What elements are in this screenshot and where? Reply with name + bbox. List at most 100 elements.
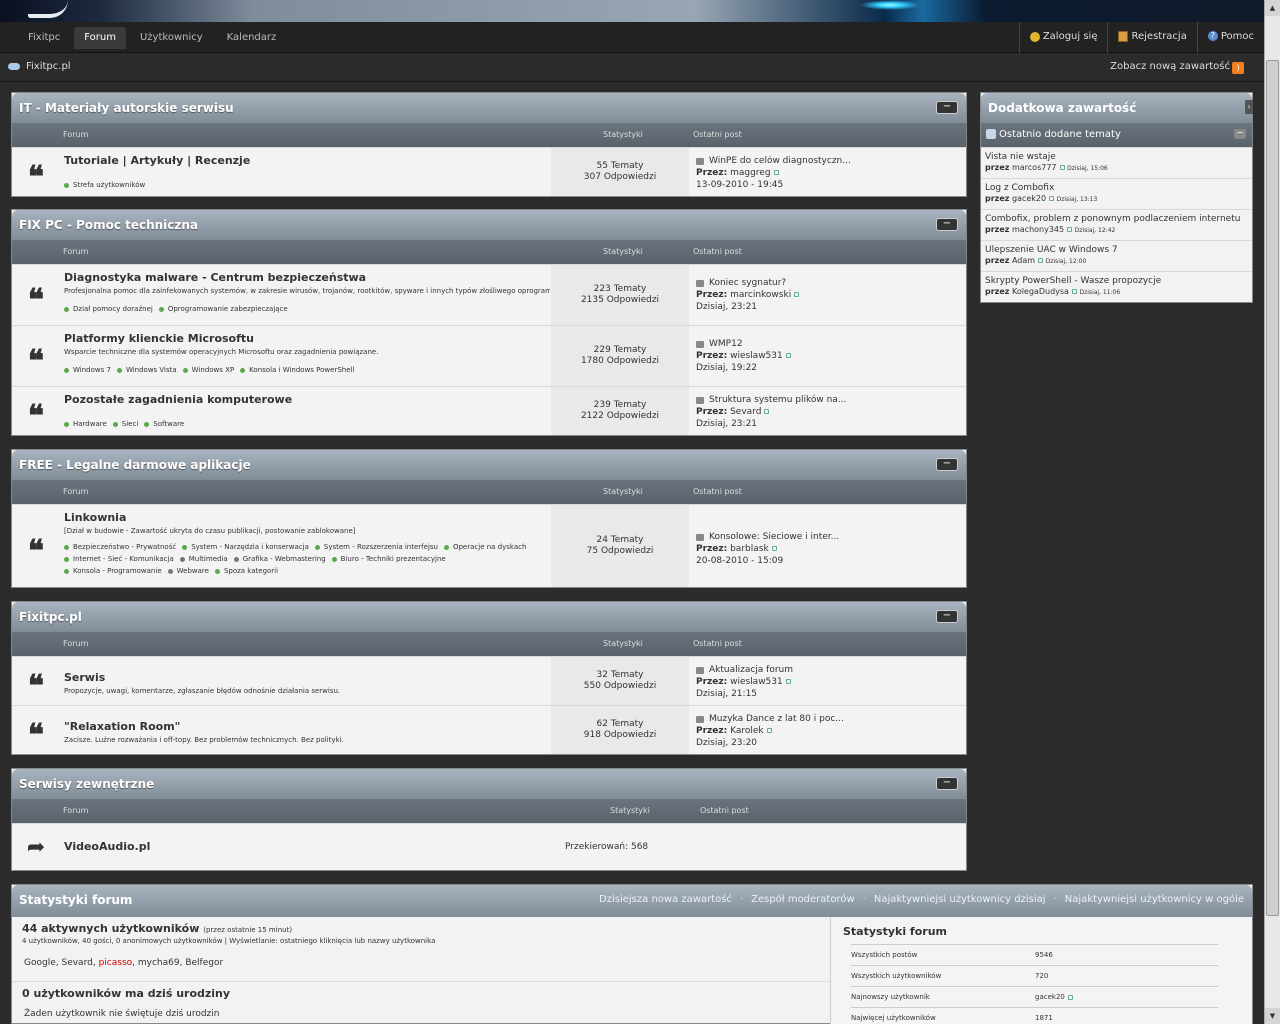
user-card-icon[interactable] <box>794 292 800 297</box>
subforum-link[interactable]: Sieci <box>112 418 138 430</box>
subforum-link[interactable]: Strefa użytkowników <box>64 179 145 191</box>
last-post-title[interactable]: Muzyka Dance z lat 80 i poc... <box>709 713 844 725</box>
collapse-recent-icon[interactable]: − <box>1234 129 1246 139</box>
tab-1[interactable]: Forum <box>74 27 126 49</box>
category-title[interactable]: Fixitpc.pl <box>19 610 82 624</box>
user-card-icon[interactable] <box>1071 289 1077 294</box>
user-card-icon[interactable] <box>766 728 772 733</box>
last-post-title[interactable]: WMP12 <box>709 338 743 350</box>
recent-topic-author[interactable]: machony345 <box>1012 225 1064 234</box>
forum-title-link[interactable]: Tutoriale | Artykuły | Recenzje <box>64 154 550 167</box>
subforum-link[interactable]: Operacje na dyskach <box>443 541 526 553</box>
collapse-icon[interactable]: − <box>936 458 958 471</box>
category-title[interactable]: FREE - Legalne darmowe aplikacje <box>19 458 251 472</box>
stats-link[interactable]: Dzisiejsza nowa zawartość <box>599 894 732 905</box>
last-post-title[interactable]: WinPE do celów diagnostyczn... <box>709 155 851 167</box>
last-post-author[interactable]: barblask <box>730 544 769 554</box>
user-card-icon[interactable] <box>1067 227 1073 232</box>
user-card-icon[interactable] <box>1049 196 1055 201</box>
user-card-icon[interactable] <box>1038 258 1044 263</box>
stats-link[interactable]: Najaktywniejsi użytkownicy w ogóle <box>1065 894 1244 905</box>
redirect-name[interactable]: VideoAudio.pl <box>64 840 550 853</box>
category-title[interactable]: FIX PC - Pomoc techniczna <box>19 218 198 232</box>
last-post-title[interactable]: Struktura systemu plików na... <box>709 394 846 406</box>
subforum-link[interactable]: System - Narzędzia i konserwacja <box>182 541 309 553</box>
forum-title-link[interactable]: Platformy klienckie Microsoftu <box>64 332 550 345</box>
forum-title-link[interactable]: "Relaxation Room" <box>64 720 550 733</box>
subforum-link[interactable]: Konsola i Windows PowerShell <box>240 364 354 376</box>
recent-topic-title[interactable]: Skrypty PowerShell - Wasze propozycje <box>985 276 1248 286</box>
user-card-icon[interactable] <box>773 170 779 175</box>
recent-topic-author[interactable]: KolegaDudysa <box>1012 287 1069 296</box>
user-card-icon[interactable] <box>771 546 777 551</box>
stats-link[interactable]: Najaktywniejsi użytkownicy dzisiaj <box>874 894 1046 905</box>
subforum-link[interactable]: Software <box>144 418 184 430</box>
forum-title-link[interactable]: Diagnostyka malware - Centrum bezpieczeń… <box>64 271 550 284</box>
tab-2[interactable]: Użytkownicy <box>130 27 213 49</box>
subforum-link[interactable]: System - Rozszerzenia interfejsu <box>314 541 438 553</box>
scroll-thumb[interactable] <box>1266 60 1279 916</box>
redirect-row[interactable]: ➦ VideoAudio.pl Przekierowań: 568 <box>12 823 966 870</box>
rss-icon[interactable]: ) <box>1232 62 1244 74</box>
tab-0[interactable]: Fixitpc <box>18 27 70 49</box>
subforum-link[interactable]: Spoza kategorii <box>214 565 278 577</box>
online-user-link[interactable]: Sevard <box>61 958 92 968</box>
collapse-icon[interactable]: − <box>936 101 958 114</box>
recent-topic-author[interactable]: marcos777 <box>1012 163 1057 172</box>
recent-topic-author[interactable]: gacek20 <box>1012 194 1046 203</box>
subforum-link[interactable]: Windows Vista <box>116 364 177 376</box>
last-post-author[interactable]: wieslaw531 <box>730 351 783 361</box>
collapse-icon[interactable]: − <box>936 777 958 790</box>
last-post-author[interactable]: wieslaw531 <box>730 677 783 687</box>
side-toggle-icon[interactable]: › <box>1245 100 1253 114</box>
user-card-icon[interactable] <box>785 679 791 684</box>
user-card-icon[interactable] <box>1059 165 1065 170</box>
site-logo[interactable] <box>28 0 68 18</box>
subforum-link[interactable]: Webware <box>167 565 209 577</box>
forum-title-link[interactable]: Serwis <box>64 671 550 684</box>
last-post-title[interactable]: Konsolowe: Sieciowe i inter... <box>709 531 839 543</box>
collapse-icon[interactable]: − <box>936 610 958 623</box>
subforum-link[interactable]: Windows 7 <box>64 364 111 376</box>
online-user-link[interactable]: Belfegor <box>185 958 223 968</box>
category-title[interactable]: Serwisy zewnętrzne <box>19 777 154 791</box>
stat-value[interactable]: gacek20 <box>1035 993 1065 1001</box>
help-link[interactable]: ? Pomoc <box>1196 22 1264 53</box>
subforum-link[interactable]: Biuro - Techniki prezentacyjne <box>331 553 446 565</box>
last-post-author[interactable]: Sevard <box>730 407 761 417</box>
online-user-link[interactable]: Google <box>24 958 56 968</box>
subforum-link[interactable]: Bezpieczeństwo - Prywatność <box>64 541 176 553</box>
subforum-link[interactable]: Oprogramowanie zabezpieczające <box>158 303 288 315</box>
subforum-link[interactable]: Konsola - Programowanie <box>64 565 162 577</box>
tab-3[interactable]: Kalendarz <box>217 27 287 49</box>
user-card-icon[interactable] <box>1067 994 1073 1000</box>
category-title[interactable]: IT - Materiały autorskie serwisu <box>19 101 234 115</box>
collapse-icon[interactable]: − <box>936 218 958 231</box>
scroll-down-icon[interactable]: ▼ <box>1265 1008 1280 1024</box>
recent-topic-title[interactable]: Vista nie wstaje <box>985 152 1248 162</box>
vertical-scrollbar[interactable]: ▲ ▼ <box>1264 0 1280 1024</box>
subforum-link[interactable]: Windows XP <box>182 364 234 376</box>
user-card-icon[interactable] <box>785 353 791 358</box>
last-post-title[interactable]: Aktualizacja forum <box>709 664 793 676</box>
online-user-link[interactable]: picasso <box>99 958 133 968</box>
forum-title-link[interactable]: Linkownia <box>64 511 550 524</box>
scroll-up-icon[interactable]: ▲ <box>1265 0 1280 16</box>
breadcrumb[interactable]: Fixitpc.pl <box>8 61 71 72</box>
stats-link[interactable]: Zespół moderatorów <box>751 894 855 905</box>
subforum-link[interactable]: Hardware <box>64 418 107 430</box>
recent-topic-author[interactable]: Adam <box>1012 256 1035 265</box>
user-card-icon[interactable] <box>764 409 770 414</box>
subforum-link[interactable]: Internet - Sieć - Komunikacja <box>64 553 174 565</box>
recent-topic-title[interactable]: Log z Combofix <box>985 183 1248 193</box>
subforum-link[interactable]: Grafika - Webmastering <box>233 553 326 565</box>
register-link[interactable]: Rejestracja <box>1107 22 1196 53</box>
online-user-link[interactable]: mycha69 <box>138 958 180 968</box>
last-post-title[interactable]: Koniec sygnatur? <box>709 277 786 289</box>
last-post-author[interactable]: marcinkowski <box>730 290 791 300</box>
last-post-author[interactable]: maggreg <box>730 168 770 178</box>
subforum-link[interactable]: Dział pomocy doraźnej <box>64 303 153 315</box>
login-link[interactable]: Zaloguj się <box>1018 22 1108 53</box>
forum-title-link[interactable]: Pozostałe zagadnienia komputerowe <box>64 393 550 406</box>
recent-topic-title[interactable]: Ulepszenie UAC w Windows 7 <box>985 245 1248 255</box>
